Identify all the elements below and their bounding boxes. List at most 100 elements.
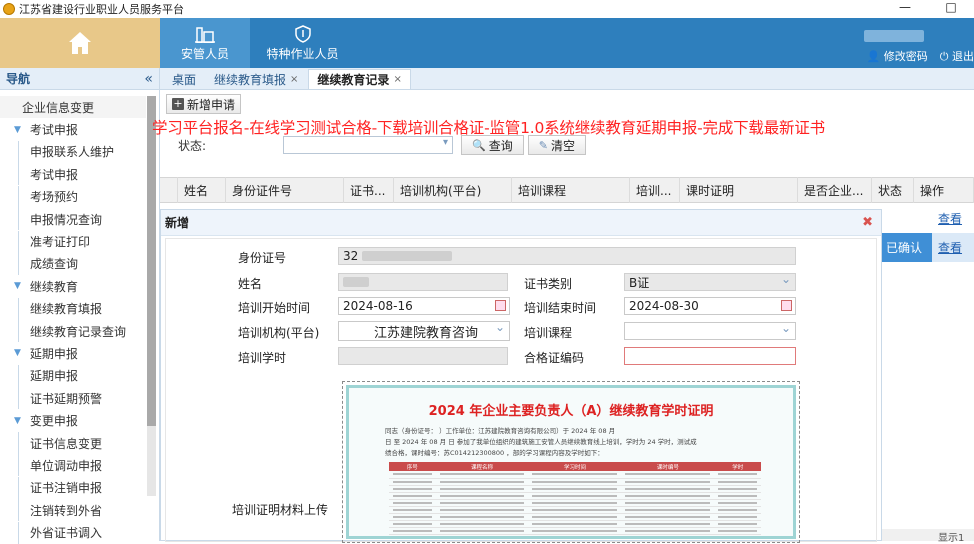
tree-line (18, 185, 19, 208)
home-button[interactable] (0, 18, 160, 68)
start-date-label: 培训开始时间 (238, 301, 311, 315)
tab[interactable]: 继续教育记录 × (308, 69, 411, 89)
sidebar-title: 导航 (6, 72, 31, 86)
logout-link[interactable]: ⏻ 退出 (940, 48, 974, 64)
name-field[interactable] (338, 273, 508, 291)
tab[interactable]: 桌面 (164, 69, 204, 89)
eraser-icon: ✎ (538, 138, 548, 152)
certificate-image: 2024 年企业主要负责人（A）继续教育学时证明 同志（身份证号： ）工作单位：… (346, 385, 796, 539)
sidebar-item[interactable]: 申报情况查询 (0, 208, 146, 231)
sidebar-item[interactable]: 成绩查询 (0, 252, 146, 275)
certificate-table-cell (389, 471, 436, 479)
certificate-table-cell (621, 506, 715, 514)
illegible-text (718, 487, 757, 490)
grid-column-header[interactable]: 是否企业... (798, 177, 872, 203)
grid-column-header[interactable]: 证书... (344, 177, 394, 203)
minimize-button[interactable]: — (882, 0, 928, 14)
certificate-text-line: 日 至 2024 年 08 月 日 参加了我单位组织的建筑施工安管人员继续教育线… (385, 438, 697, 446)
clear-button[interactable]: ✎ 清空 (527, 135, 586, 155)
collapse-icon[interactable]: « (144, 71, 153, 87)
home-icon (69, 32, 91, 54)
tab-close-icon[interactable]: × (290, 74, 298, 85)
grid-column-header[interactable]: 培训课程 (512, 177, 630, 203)
nav-special-operators[interactable]: 特种作业人员 (255, 18, 350, 68)
sidebar-item[interactable]: 考试申报 (0, 163, 146, 186)
sidebar-item[interactable]: 证书延期预警 (0, 387, 146, 410)
table-row[interactable]: 已确认 查看 (882, 233, 974, 262)
sidebar-item[interactable]: 证书注销申报 (0, 476, 146, 499)
sidebar-item[interactable]: 证书信息变更 (0, 432, 146, 455)
add-application-label: 新增申请 (187, 97, 236, 112)
grid-column-header[interactable] (160, 177, 178, 203)
certificate-table-cell (621, 499, 715, 507)
illegible-text (439, 501, 525, 504)
sidebar-scrollbar[interactable] (147, 96, 156, 496)
illegible-text (393, 529, 432, 532)
sidebar-item[interactable]: ▼ 变更申报 (0, 409, 146, 431)
sidebar-item[interactable]: 外省证书调入 (0, 521, 146, 544)
logout-label: 退出 (952, 50, 974, 63)
training-hours-field[interactable] (338, 347, 508, 365)
query-button[interactable]: 🔍 查询 (461, 135, 524, 155)
grid-column-header[interactable]: 状态 (872, 177, 914, 203)
certificate-table-cell (528, 478, 622, 486)
illegible-text (625, 480, 711, 483)
cert-number-field[interactable] (624, 347, 796, 365)
certificate-table-row (389, 499, 761, 507)
maximize-button[interactable]: □ (928, 0, 974, 14)
illegible-text (439, 494, 525, 497)
end-date-field[interactable]: 2024-08-30 (624, 297, 796, 315)
sidebar-item[interactable]: 继续教育记录查询 (0, 320, 146, 343)
calendar-icon[interactable] (495, 300, 506, 311)
add-application-button[interactable]: + 新增申请 (166, 94, 242, 114)
grid-column-header[interactable]: 培训机构(平台) (394, 177, 512, 203)
illegible-text (393, 515, 432, 518)
sidebar-item[interactable]: 注销转到外省 (0, 499, 146, 522)
view-link[interactable]: 查看 (932, 233, 974, 262)
illegible-text (439, 473, 525, 476)
certificate-table-cell (714, 520, 761, 528)
start-date-field[interactable]: 2024-08-16 (338, 297, 510, 315)
sidebar-item[interactable]: 企业信息变更 (0, 96, 146, 119)
tab-close-icon[interactable]: × (393, 74, 401, 85)
cert-type-select[interactable]: B证 (624, 272, 796, 291)
id-number-field[interactable]: 32 (338, 247, 796, 265)
certificate-table-cell (389, 485, 436, 493)
tab[interactable]: 继续教育填报 × (206, 69, 306, 89)
scrollbar-thumb[interactable] (147, 96, 156, 426)
sidebar-item[interactable]: 继续教育填报 (0, 297, 146, 320)
certificate-table-cell (621, 527, 715, 535)
grid-column-header[interactable]: 课时证明 (680, 177, 798, 203)
sidebar-item[interactable]: ▼ 考试申报 (0, 118, 146, 140)
certificate-preview[interactable]: 2024 年企业主要负责人（A）继续教育学时证明 同志（身份证号： ）工作单位：… (342, 381, 800, 543)
sidebar-item[interactable]: 延期申报 (0, 364, 146, 387)
grid-column-header[interactable]: 身份证件号 (226, 177, 344, 203)
sidebar-item[interactable]: 申报联系人维护 (0, 140, 146, 163)
certificate-table-cell (435, 471, 529, 479)
grid-column-header[interactable]: 操作 (914, 177, 974, 203)
table-row[interactable]: 查看 (882, 204, 974, 233)
close-icon[interactable]: ✖ (862, 215, 873, 230)
sidebar-item[interactable]: ▼ 继续教育 (0, 275, 146, 297)
certificate-table-cell (435, 506, 529, 514)
illegible-text (625, 487, 711, 490)
app-header: 安管人员 特种作业人员 👤 修改密码 ⏻ 退出 (0, 18, 974, 68)
sidebar-item[interactable]: ▼ 延期申报 (0, 342, 146, 364)
header-links: 👤 修改密码 ⏻ 退出 (867, 48, 974, 64)
change-password-link[interactable]: 👤 修改密码 (867, 48, 928, 64)
grid-column-header[interactable]: 姓名 (178, 177, 226, 203)
certificate-table-cell (714, 478, 761, 486)
course-select[interactable] (624, 321, 796, 340)
status-select[interactable] (283, 136, 453, 154)
training-org-select[interactable]: 江苏建院教育咨询 (338, 320, 510, 341)
illegible-text (532, 508, 618, 511)
nav-safety-managers[interactable]: 安管人员 (160, 18, 250, 68)
illegible-text (532, 480, 618, 483)
sidebar-item[interactable]: 单位调动申报 (0, 454, 146, 477)
calendar-icon[interactable] (781, 300, 792, 311)
sidebar-item[interactable]: 准考证打印 (0, 230, 146, 253)
grid-column-header[interactable]: 培训... (630, 177, 680, 203)
sidebar-item[interactable]: 考场预约 (0, 185, 146, 208)
view-link[interactable]: 查看 (932, 210, 974, 227)
sidebar-item-label: 证书信息变更 (30, 436, 103, 451)
